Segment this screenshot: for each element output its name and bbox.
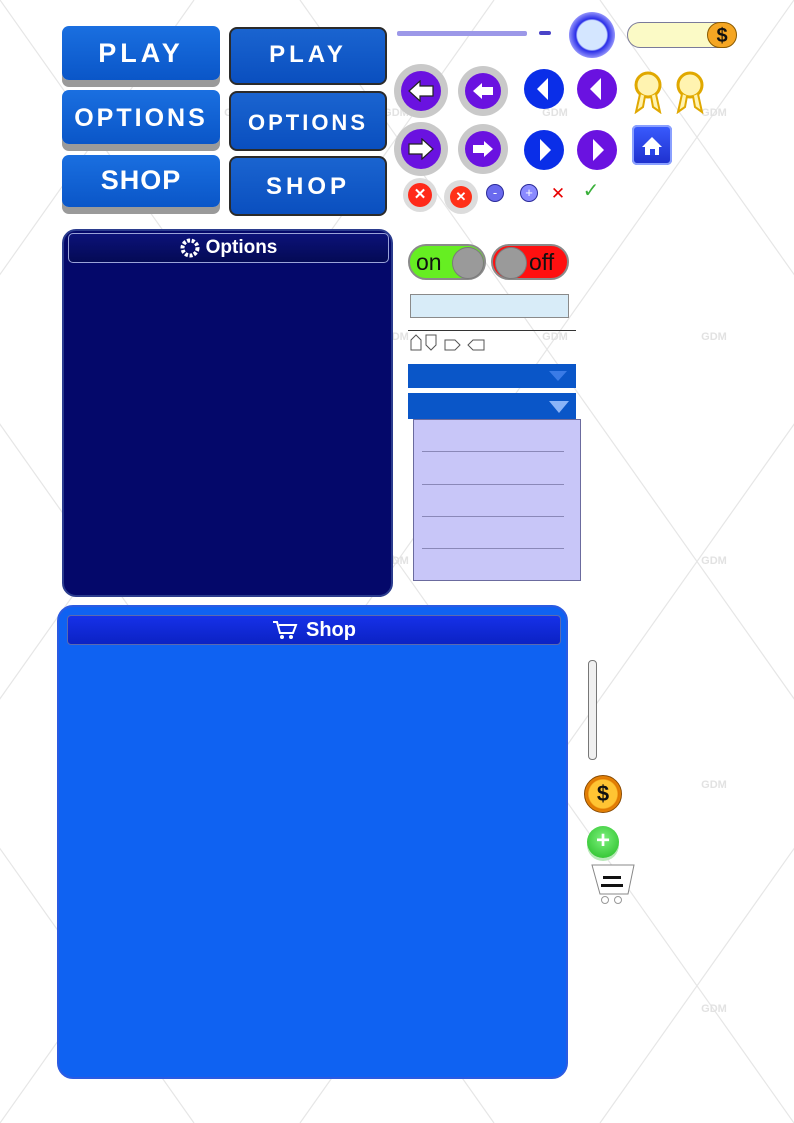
triangle-left-icon — [590, 78, 601, 100]
toggle-on-label: on — [416, 249, 442, 275]
watermark-label: GDM — [701, 779, 727, 791]
options-button[interactable]: OPTIONS — [62, 90, 220, 144]
plus-icon: + — [525, 185, 533, 200]
shop-panel-title-bar: Shop — [67, 615, 561, 645]
divider-line — [408, 330, 576, 331]
ribbon-badge-icon — [672, 70, 708, 115]
watermark-label: GDM — [701, 331, 727, 343]
play-button-label: PLAY — [98, 38, 184, 68]
dropdown-option[interactable] — [422, 484, 564, 485]
dollar-icon: $ — [716, 25, 728, 47]
watermark-label: GDM — [701, 555, 727, 567]
options-button-label: OPTIONS — [74, 104, 208, 132]
dropdown-option[interactable] — [422, 451, 564, 452]
plus-button-small[interactable]: + — [520, 184, 538, 202]
play-right-blue-button[interactable] — [524, 130, 564, 170]
arrow-right-large-button[interactable] — [394, 122, 448, 176]
arrow-left-button[interactable] — [458, 66, 508, 116]
dropdown-option[interactable] — [422, 548, 564, 549]
toggle-off-label: off — [529, 249, 555, 275]
toggle-off[interactable]: off — [491, 244, 569, 280]
options-panel-title-bar: Options — [68, 233, 389, 263]
close-icon: ✕ — [408, 183, 432, 207]
arrow-left-icon — [473, 83, 493, 99]
shop-button-alt-label: SHOP — [265, 173, 350, 200]
arrow-right-button[interactable] — [458, 124, 508, 174]
toggle-on[interactable]: on — [408, 244, 486, 280]
dropdown-expanded[interactable] — [408, 393, 576, 419]
shop-button-alt[interactable]: SHOP — [229, 156, 387, 216]
cart-icon — [273, 621, 298, 639]
confirm-check-icon[interactable]: ✓ — [581, 180, 601, 202]
play-button-alt-label: PLAY — [269, 41, 347, 68]
play-button-alt[interactable]: PLAY — [229, 27, 387, 85]
minus-icon: - — [492, 185, 498, 200]
watermark-label: GDM — [701, 1003, 727, 1015]
options-button-alt[interactable]: OPTIONS — [229, 91, 387, 151]
toggle-knob — [495, 247, 527, 279]
minus-button[interactable]: - — [486, 184, 504, 202]
text-input-field[interactable] — [410, 294, 569, 318]
shop-button-label: SHOP — [100, 165, 182, 195]
toggle-knob — [452, 247, 484, 279]
marker-shapes — [410, 334, 485, 351]
ribbon-badge-icon — [630, 70, 666, 115]
triangle-right-icon — [540, 139, 551, 161]
coin-counter-icon: $ — [707, 22, 737, 48]
chevron-down-icon — [549, 371, 567, 381]
shop-button[interactable]: SHOP — [62, 155, 220, 207]
close-button-large[interactable]: ✕ — [403, 178, 437, 212]
vertical-scrollbar[interactable] — [588, 660, 597, 760]
gear-icon — [180, 238, 200, 258]
round-orb-button[interactable] — [569, 12, 615, 58]
close-button-small[interactable]: ✕ — [444, 180, 478, 214]
add-button[interactable]: + — [587, 826, 619, 858]
home-button[interactable] — [632, 125, 672, 165]
play-left-purple-button[interactable] — [577, 69, 617, 109]
arrow-right-icon — [408, 138, 434, 160]
triangle-right-icon — [593, 139, 604, 161]
slider-handle-small[interactable] — [539, 31, 551, 35]
play-left-blue-button[interactable] — [524, 69, 564, 109]
shop-panel-title: Shop — [306, 618, 356, 641]
chevron-down-icon — [549, 401, 569, 413]
play-right-purple-button[interactable] — [577, 130, 617, 170]
plus-icon: + — [595, 827, 610, 854]
options-panel-title: Options — [205, 237, 278, 258]
close-icon: ✕ — [450, 186, 472, 208]
cancel-x-icon[interactable]: ✕ — [550, 184, 566, 204]
triangle-left-icon — [537, 78, 548, 100]
play-button[interactable]: PLAY — [62, 26, 220, 80]
dropdown-collapsed[interactable] — [408, 364, 576, 388]
options-panel: Options — [62, 229, 393, 597]
options-button-alt-label: OPTIONS — [247, 110, 368, 135]
arrow-right-icon — [473, 141, 493, 157]
dropdown-options-list — [413, 419, 581, 581]
shop-panel: Shop — [57, 605, 568, 1079]
shopping-cart-icon[interactable] — [590, 864, 636, 906]
coin-button[interactable]: $ — [584, 775, 622, 813]
home-icon — [642, 137, 662, 155]
arrow-left-icon — [408, 80, 434, 102]
arrow-left-large-button[interactable] — [394, 64, 448, 118]
slider-track[interactable] — [397, 31, 527, 36]
dollar-icon: $ — [596, 781, 610, 806]
watermark-label: GDM — [542, 331, 568, 343]
dropdown-option[interactable] — [422, 516, 564, 517]
